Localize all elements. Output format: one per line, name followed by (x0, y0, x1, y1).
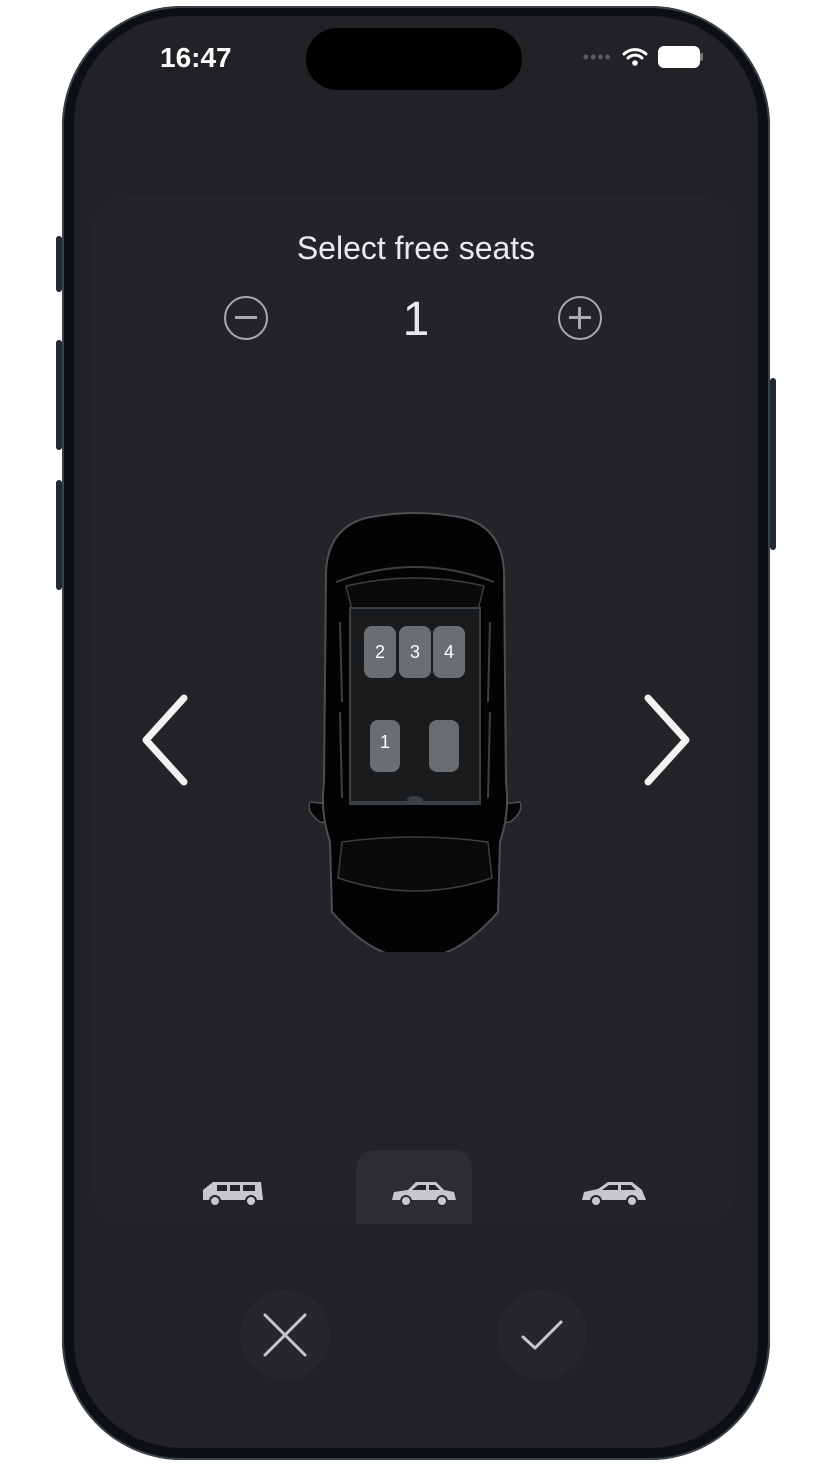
vehicle-type-sedan[interactable] (356, 1150, 472, 1224)
seat-1[interactable]: 1 (370, 720, 400, 772)
car-top-view (306, 512, 524, 960)
confirm-button[interactable] (497, 1290, 587, 1380)
seat-4[interactable]: 4 (433, 626, 465, 678)
seat-4-label: 4 (443, 642, 454, 662)
sedan-icon (392, 1182, 456, 1207)
driver-seat (429, 720, 459, 772)
cellular-signal-icon: •••• (582, 46, 612, 67)
card-title: Select free seats (296, 230, 536, 266)
checkmark-icon (521, 1320, 563, 1350)
car-body-icon (308, 512, 522, 960)
decrease-seats-button[interactable] (224, 296, 268, 340)
screen: 16:47 •••• Select free seats 1 2 3 4 1 (74, 16, 758, 1448)
vehicle-type-hatchback[interactable] (546, 1150, 662, 1224)
van-icon (203, 1182, 263, 1207)
cancel-button[interactable] (240, 1290, 330, 1380)
vehicle-type-selector (74, 1150, 758, 1224)
hatchback-icon (582, 1182, 646, 1207)
increase-seats-button[interactable] (558, 296, 602, 340)
dynamic-island (306, 28, 522, 90)
seat-2[interactable]: 2 (364, 626, 396, 678)
close-icon (263, 1313, 307, 1357)
wifi-icon (622, 48, 648, 66)
seat-1-label: 1 (379, 732, 390, 752)
seat-count: 1 (402, 293, 430, 346)
status-icons: •••• (582, 46, 703, 68)
status-time: 16:47 (160, 42, 232, 73)
previous-arrow-icon[interactable] (136, 690, 196, 790)
vehicle-type-van[interactable] (165, 1150, 281, 1224)
seat-3-label: 3 (409, 642, 420, 662)
seat-3[interactable]: 3 (399, 626, 431, 678)
battery-icon (658, 46, 703, 68)
seat-2-label: 2 (374, 642, 385, 662)
next-arrow-icon[interactable] (636, 690, 696, 790)
phone-power-button (770, 378, 776, 550)
